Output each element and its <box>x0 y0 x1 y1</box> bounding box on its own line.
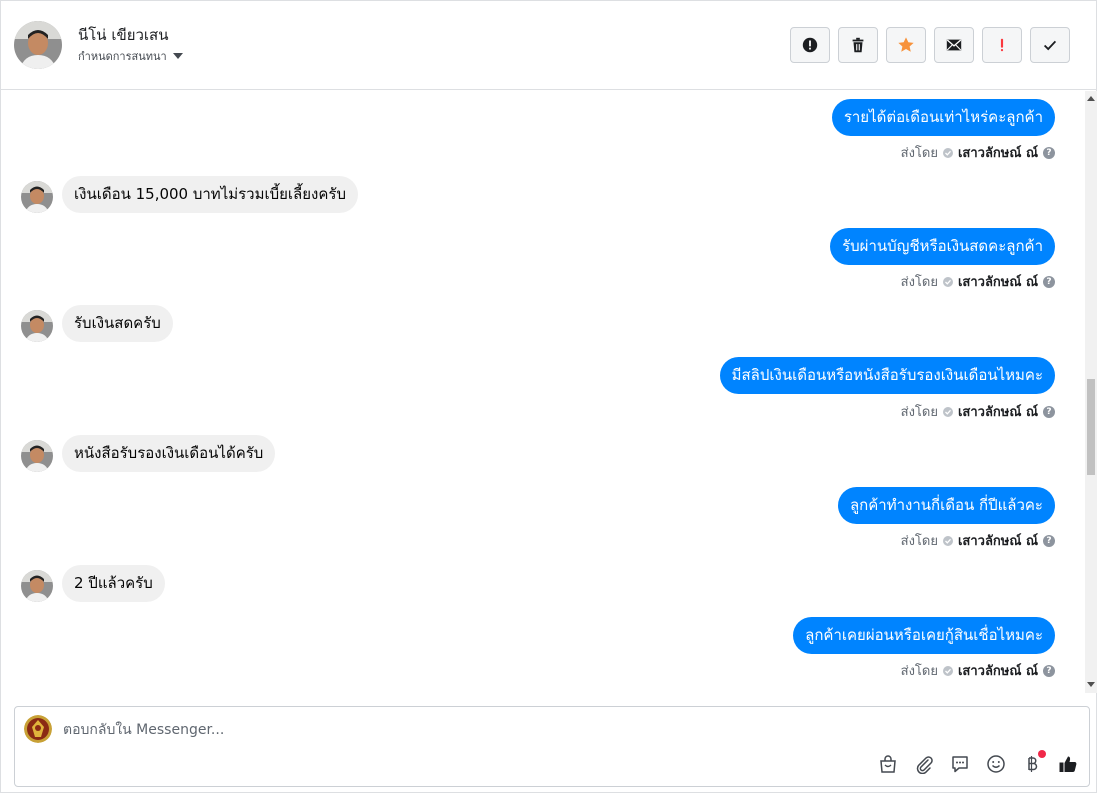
incoming-message: หนังสือรับรองเงินเดือนได้ครับ <box>62 435 276 472</box>
check-badge-icon <box>942 276 953 287</box>
agent-name: เสาวลักษณ์ ณ์ <box>957 664 1038 679</box>
paperclip-icon <box>916 756 933 774</box>
sent-by-line: ส่งโดย เสาวลักษณ์ ณ์ ? <box>901 530 1055 551</box>
star-icon <box>898 37 914 52</box>
sent-by-prefix: ส่งโดย <box>900 146 938 161</box>
customer-message-avatar <box>21 181 53 213</box>
assign-conversation-dropdown[interactable]: กำหนดการสนทนา <box>78 47 183 65</box>
message-thread[interactable]: รายได้ต่อเดือนเท่าไหร่คะลูกค้า ส่งโดย เส… <box>1 91 1085 691</box>
thread-scrollbar[interactable] <box>1085 91 1097 693</box>
outgoing-message: มีสลิปเงินเดือนหรือหนังสือรับรองเงินเดือ… <box>719 357 1055 394</box>
incoming-message: เงินเดือน 15,000 บาทไม่รวมเบี้ยเลี้ยงครั… <box>62 176 358 213</box>
trash-icon <box>852 37 864 53</box>
check-badge-icon <box>942 535 953 546</box>
attach-button[interactable] <box>913 753 935 775</box>
scroll-down-arrow-icon[interactable] <box>1087 682 1095 687</box>
help-icon[interactable]: ? <box>1043 275 1055 288</box>
sent-by-line: ส่งโดย เสาวลักษณ์ ณ์ ? <box>901 401 1055 422</box>
outgoing-message: ลูกค้าเคยผ่อนหรือเคยกู้สินเชื่อไหมคะ <box>793 617 1055 654</box>
mark-spam-button[interactable] <box>790 27 830 63</box>
customer-message-avatar <box>21 440 53 472</box>
help-icon[interactable]: ? <box>1043 146 1055 159</box>
scroll-up-arrow-icon[interactable] <box>1087 96 1095 101</box>
messenger-inbox-window: นีโน่ เขียวเสน กำหนดการสนทนา รายได้ต่อเด… <box>0 0 1097 793</box>
saved-replies-button[interactable] <box>949 753 971 775</box>
conversation-header: นีโน่ เขียวเสน กำหนดการสนทนา <box>1 1 1096 90</box>
outgoing-message: รายได้ต่อเดือนเท่าไหร่คะลูกค้า <box>831 99 1055 136</box>
incoming-message: รับเงินสดครับ <box>62 305 173 342</box>
sent-by-prefix: ส่งโดย <box>900 664 938 679</box>
conversation-actions <box>790 27 1070 63</box>
reply-input[interactable] <box>63 720 763 740</box>
sent-by-line: ส่งโดย เสาวลักษณ์ ณ์ ? <box>901 660 1055 681</box>
incoming-message: 2 ปีแล้วครับ <box>62 565 165 602</box>
star-button[interactable] <box>886 27 926 63</box>
check-badge-icon <box>942 406 953 417</box>
checkmark-icon <box>1043 40 1057 51</box>
notification-dot <box>1038 750 1046 758</box>
envelope-icon <box>946 39 962 51</box>
outgoing-message: รับผ่านบัญชีหรือเงินสดคะลูกค้า <box>830 228 1055 265</box>
outgoing-message: ลูกค้าทำงานกี่เดือน กี่ปีแล้วคะ <box>837 487 1055 524</box>
check-badge-icon <box>942 147 953 158</box>
check-badge-icon <box>942 665 953 676</box>
emoji-icon <box>987 755 1005 773</box>
exclamation-icon <box>1000 38 1004 52</box>
caret-down-icon <box>172 53 183 59</box>
customer-name: นีโน่ เขียวเสน <box>78 26 169 44</box>
help-icon[interactable]: ? <box>1043 664 1055 677</box>
like-button[interactable] <box>1057 753 1079 775</box>
sent-by-prefix: ส่งโดย <box>900 405 938 420</box>
mark-unread-button[interactable] <box>934 27 974 63</box>
delete-button[interactable] <box>838 27 878 63</box>
composer-toolbar <box>877 750 1079 775</box>
assign-label: กำหนดการสนทนา <box>78 50 167 63</box>
mark-done-button[interactable] <box>1030 27 1070 63</box>
help-icon[interactable]: ? <box>1043 405 1055 418</box>
agent-name: เสาวลักษณ์ ณ์ <box>957 275 1038 290</box>
sent-by-prefix: ส่งโดย <box>900 534 938 549</box>
sent-by-line: ส่งโดย เสาวลักษณ์ ณ์ ? <box>901 142 1055 163</box>
follow-up-button[interactable] <box>982 27 1022 63</box>
sent-by-line: ส่งโดย เสาวลักษณ์ ณ์ ? <box>901 271 1055 292</box>
sent-by-prefix: ส่งโดย <box>900 275 938 290</box>
saved-reply-icon <box>952 756 968 773</box>
agent-name: เสาวลักษณ์ ณ์ <box>957 534 1038 549</box>
shop-button[interactable] <box>877 753 899 775</box>
customer-avatar[interactable] <box>14 21 62 69</box>
alert-circle-icon <box>802 37 818 53</box>
thumbs-up-icon <box>1059 756 1077 772</box>
customer-message-avatar <box>21 310 53 342</box>
help-icon[interactable]: ? <box>1043 534 1055 547</box>
scrollbar-thumb[interactable] <box>1087 379 1095 475</box>
page-avatar <box>24 715 52 743</box>
agent-name: เสาวลักษณ์ ณ์ <box>957 146 1038 161</box>
customer-message-avatar <box>21 570 53 602</box>
payment-button[interactable] <box>1021 750 1046 775</box>
reply-composer <box>14 706 1090 787</box>
shopping-bag-icon <box>880 755 896 773</box>
emoji-button[interactable] <box>985 753 1007 775</box>
agent-name: เสาวลักษณ์ ณ์ <box>957 405 1038 420</box>
